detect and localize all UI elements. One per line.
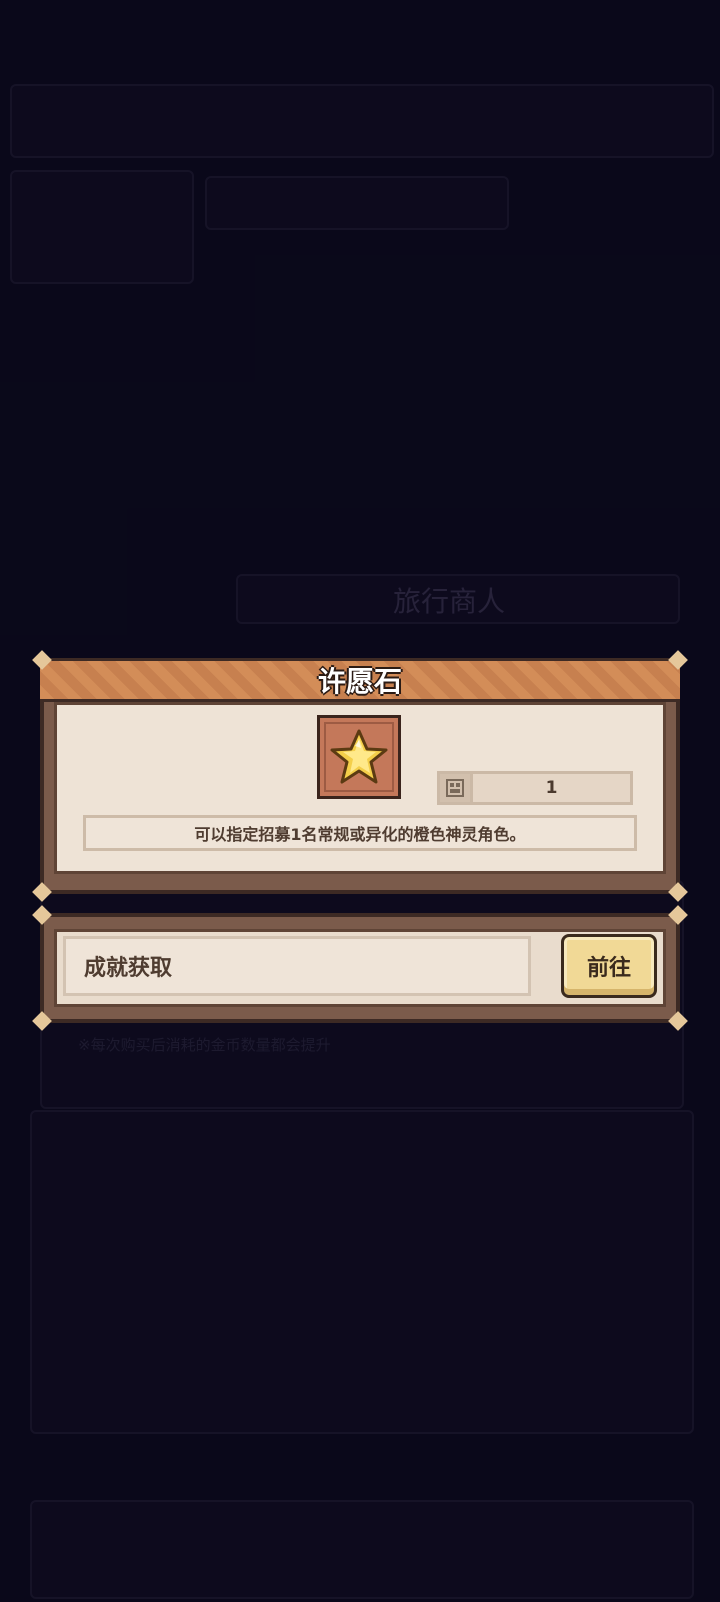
item-detail-popup: 许愿石 1 可以指定招募1名常规或异化的橙色神灵角色。: [32, 650, 688, 902]
popup-body: 1 可以指定招募1名常规或异化的橙色神灵角色。: [54, 702, 666, 874]
item-source-popup: 成就获取 前往: [32, 905, 688, 1031]
owned-count-box: 1: [437, 771, 633, 805]
go-button[interactable]: 前往: [561, 934, 657, 998]
item-icon-slot: [317, 715, 401, 799]
backpack-icon: [440, 774, 473, 802]
source-body: 成就获取 前往: [54, 929, 666, 1007]
source-label: 成就获取: [63, 936, 531, 996]
popup-banner: 许愿石: [40, 658, 680, 702]
item-title: 许愿石: [317, 665, 402, 698]
owned-count: 1: [545, 778, 558, 798]
item-description: 可以指定招募1名常规或异化的橙色神灵角色。: [83, 815, 637, 851]
